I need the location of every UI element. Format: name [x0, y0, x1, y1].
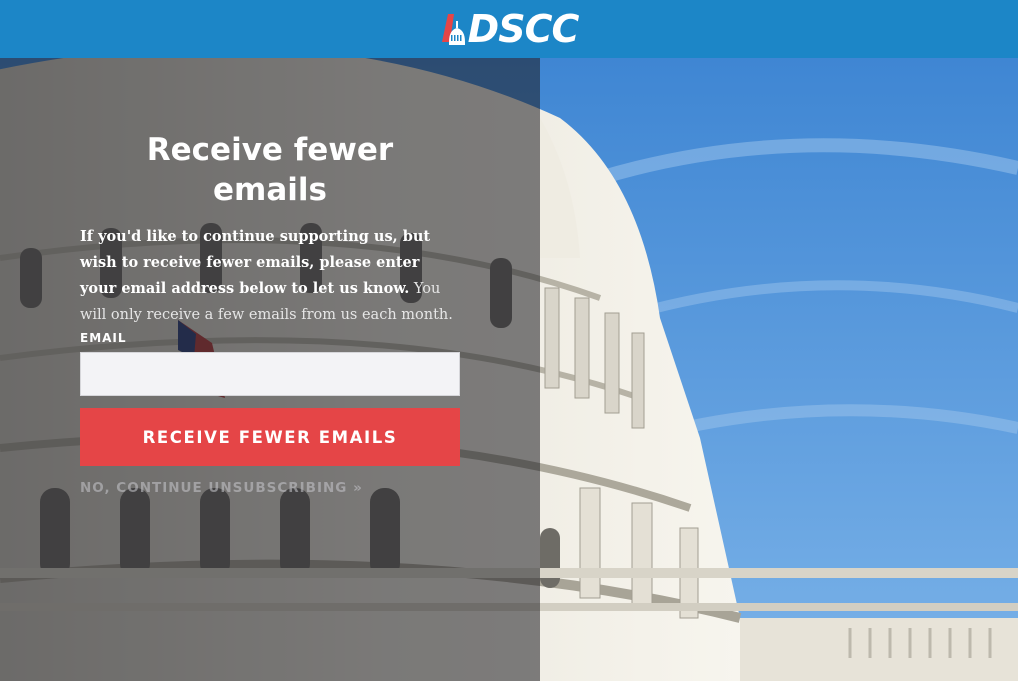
- capitol-dome-logo-icon: [440, 12, 466, 46]
- continue-unsubscribing-link[interactable]: NO, CONTINUE UNSUBSCRIBING »: [80, 480, 363, 496]
- brand-text: DSCC: [467, 7, 580, 51]
- description-bold-text: If you'd like to continue supporting us,…: [80, 228, 431, 297]
- email-label: EMAIL: [80, 331, 127, 345]
- header-bar: DSCC: [0, 0, 1018, 58]
- receive-fewer-emails-button[interactable]: RECEIVE FEWER EMAILS: [80, 408, 460, 466]
- form-description: If you'd like to continue supporting us,…: [80, 224, 460, 328]
- dscc-logo[interactable]: DSCC: [440, 10, 579, 48]
- page-title: Receive fewer emails: [146, 132, 394, 208]
- fewer-emails-form: Receive fewer emails If you'd like to co…: [80, 130, 460, 496]
- email-input[interactable]: [80, 352, 460, 396]
